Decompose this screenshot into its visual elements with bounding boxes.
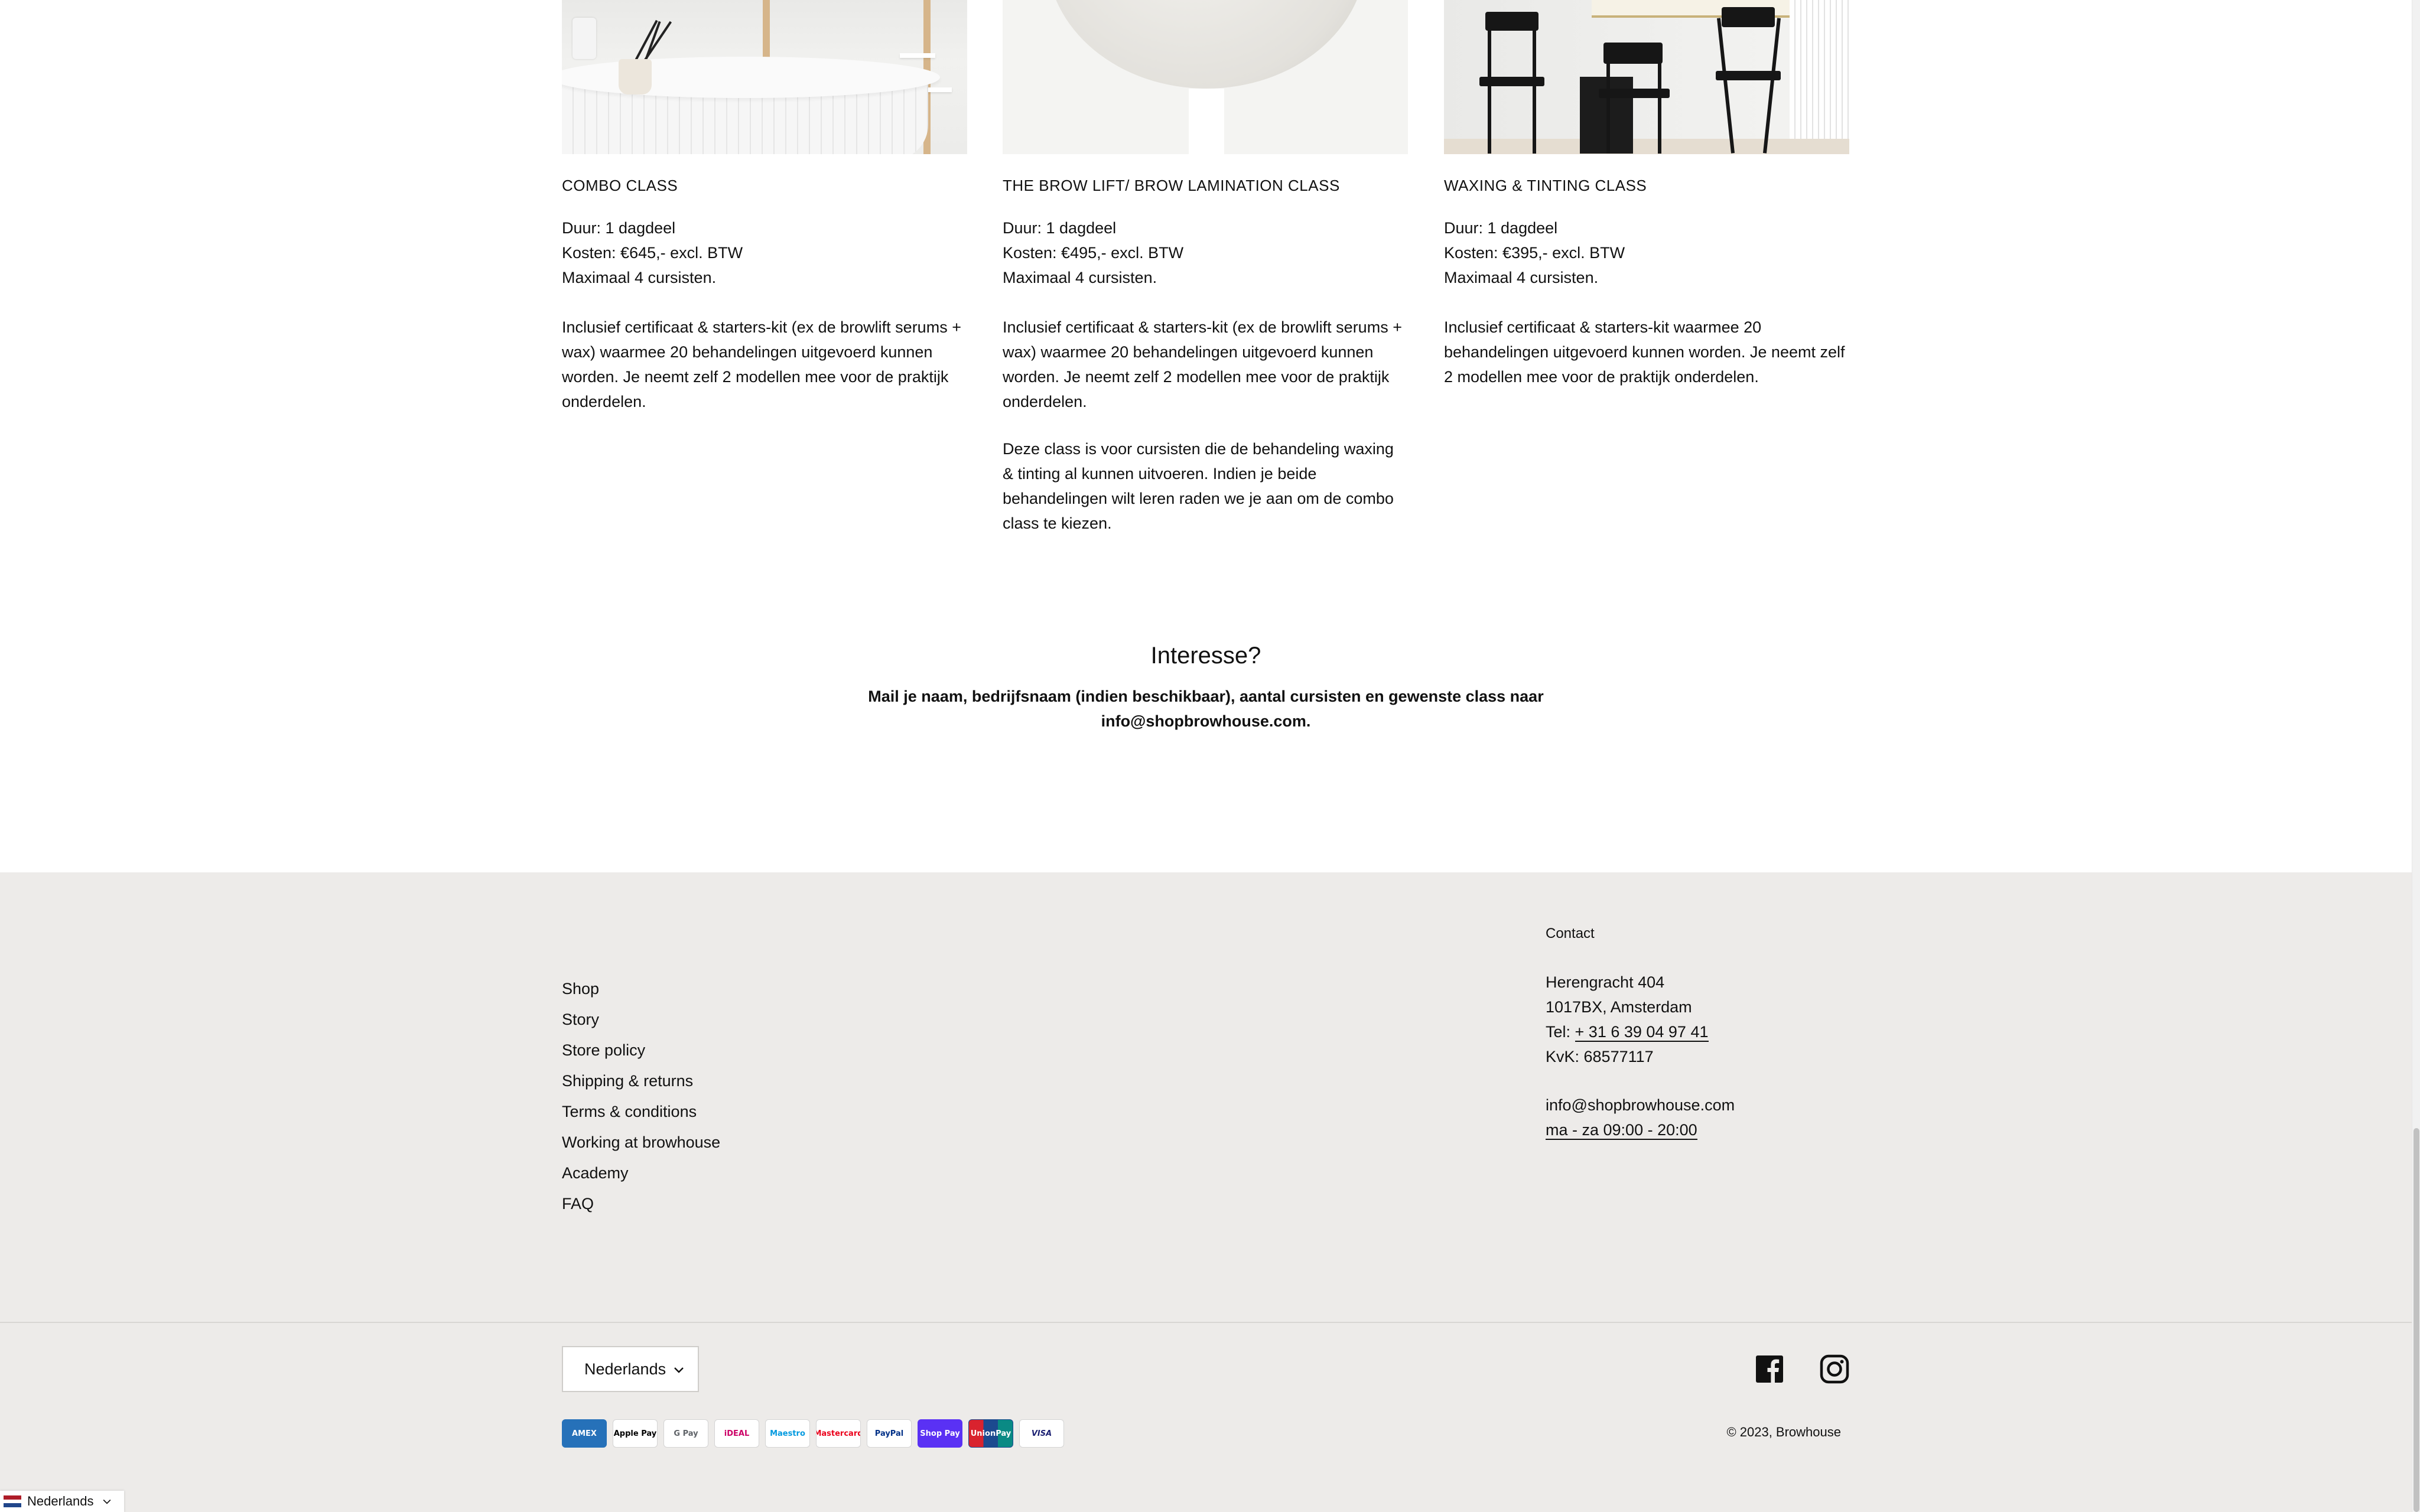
class-card-combo: COMBO CLASS Duur: 1 dagdeel Kosten: €645… <box>562 0 967 414</box>
class-max: Maximaal 4 cursisten. <box>1003 269 1157 286</box>
phone-label: Tel: <box>1546 1023 1575 1041</box>
footer-link-terms[interactable]: Terms & conditions <box>562 1096 720 1127</box>
contact-email[interactable]: info@shopbrowhouse.com <box>1546 1093 1841 1117</box>
interest-title: Interesse? <box>1150 643 1261 669</box>
class-image-brow-lift[interactable] <box>1003 0 1408 154</box>
footer-link-shop[interactable]: Shop <box>562 973 720 1004</box>
stool-back <box>1722 7 1775 27</box>
stool-leg <box>1762 18 1781 154</box>
unionpay-icon: UnionPay <box>968 1419 1013 1448</box>
class-max: Maximaal 4 cursisten. <box>562 269 717 286</box>
interest-text: Mail je naam, bedrijfsnaam (indien besch… <box>868 687 1544 730</box>
footer-nav: Shop Story Store policy Shipping & retur… <box>562 973 720 1219</box>
interest-section: Interesse? Mail je naam, bedrijfsnaam (i… <box>0 641 2412 734</box>
instagram-icon <box>1820 1354 1849 1384</box>
class-note: Deze class is voor cursisten die de beha… <box>1003 440 1394 532</box>
class-title: COMBO CLASS <box>562 177 678 194</box>
instagram-link[interactable] <box>1820 1354 1849 1384</box>
class-duration: Duur: 1 dagdeel <box>1444 219 1558 237</box>
contact-heading: Contact <box>1546 926 1595 941</box>
flag-nl-icon <box>4 1495 21 1507</box>
class-description: Inclusief certificaat & starters-kit (ex… <box>562 318 961 410</box>
language-select[interactable]: Nederlands <box>562 1346 699 1392</box>
class-cost: Kosten: €645,- excl. BTW <box>562 244 743 262</box>
class-title: THE BROW LIFT/ BROW LAMINATION CLASS <box>1003 177 1340 194</box>
stool-seat <box>1716 71 1781 80</box>
apple-pay-icon: Apple Pay <box>613 1419 658 1448</box>
footer-link-faq[interactable]: FAQ <box>562 1188 720 1219</box>
shelf <box>900 53 935 58</box>
stool-leg <box>1658 53 1661 154</box>
class-card-brow-lift: THE BROW LIFT/ BROW LAMINATION CLASS Duu… <box>1003 0 1408 536</box>
class-description: Inclusief certificaat & starters-kit (ex… <box>1003 318 1402 410</box>
page: COMBO CLASS Duur: 1 dagdeel Kosten: €645… <box>0 0 2412 1512</box>
payment-icons: AMEX Apple Pay G Pay iDEAL Maestro Maste… <box>562 1419 1064 1448</box>
footer-link-store-policy[interactable]: Store policy <box>562 1035 720 1065</box>
language-select-value: Nederlands <box>584 1360 666 1378</box>
class-card-waxing: WAXING & TINTING CLASS Duur: 1 dagdeel K… <box>1444 0 1849 389</box>
class-image-combo[interactable] <box>562 0 967 154</box>
stool-leg <box>1488 24 1491 154</box>
amex-icon: AMEX <box>562 1419 607 1448</box>
ideal-icon: iDEAL <box>714 1419 759 1448</box>
stool-back <box>1603 43 1663 64</box>
copyright: © 2023, Browhouse <box>1726 1425 1841 1439</box>
stool-seat <box>1479 77 1544 86</box>
class-details: Duur: 1 dagdeel Kosten: €495,- excl. BTW… <box>1003 216 1408 536</box>
class-image-waxing[interactable] <box>1444 0 1849 154</box>
chevron-down-icon <box>103 1499 110 1504</box>
google-pay-icon: G Pay <box>663 1419 708 1448</box>
class-cost: Kosten: €495,- excl. BTW <box>1003 244 1184 262</box>
stool-leg <box>1533 24 1536 154</box>
page-scrollbar[interactable] <box>2412 0 2420 1512</box>
language-widget-label: Nederlands <box>27 1494 94 1508</box>
class-details: Duur: 1 dagdeel Kosten: €395,- excl. BTW… <box>1444 216 1849 389</box>
footer-link-working[interactable]: Working at browhouse <box>562 1127 720 1158</box>
brush-cup <box>619 59 652 94</box>
paypal-icon: PayPal <box>867 1419 912 1448</box>
class-max: Maximaal 4 cursisten. <box>1444 269 1599 286</box>
footer: Shop Story Store policy Shipping & retur… <box>0 872 2412 1512</box>
phone-line: Tel: + 31 6 39 04 97 41 <box>1546 1019 1841 1044</box>
footer-divider <box>0 1322 2412 1323</box>
facebook-icon <box>1756 1355 1783 1383</box>
floor <box>1444 139 1849 154</box>
bottle <box>573 18 596 59</box>
stool-leg <box>1716 18 1735 154</box>
stool-leg <box>1606 53 1610 154</box>
language-widget[interactable]: Nederlands <box>0 1491 124 1512</box>
class-details: Duur: 1 dagdeel Kosten: €645,- excl. BTW… <box>562 216 967 414</box>
shop-pay-icon: Shop Pay <box>918 1419 962 1448</box>
chevron-down-icon <box>674 1367 684 1373</box>
paper-lamp <box>1047 0 1366 89</box>
class-title: WAXING & TINTING CLASS <box>1444 177 1647 194</box>
scrollbar-thumb[interactable] <box>2414 1128 2419 1512</box>
address-line-1: Herengracht 404 <box>1546 973 1665 991</box>
stool-back <box>1485 12 1538 31</box>
mastercard-icon: Mastercard <box>816 1419 861 1448</box>
maestro-icon: Maestro <box>765 1419 810 1448</box>
footer-link-story[interactable]: Story <box>562 1004 720 1035</box>
stool-seat <box>1599 89 1670 98</box>
contact-block: Contact Herengracht 404 1017BX, Amsterda… <box>1546 925 1841 1142</box>
footer-link-shipping-returns[interactable]: Shipping & returns <box>562 1065 720 1096</box>
lamp-stand <box>1189 89 1224 154</box>
phone-link[interactable]: + 31 6 39 04 97 41 <box>1575 1023 1709 1042</box>
class-duration: Duur: 1 dagdeel <box>562 219 676 237</box>
radiator <box>1790 0 1849 142</box>
class-duration: Duur: 1 dagdeel <box>1003 219 1117 237</box>
opening-hours-link[interactable]: ma - za 09:00 - 20:00 <box>1546 1121 1697 1140</box>
contact-details: Herengracht 404 1017BX, Amsterdam Tel: +… <box>1546 970 1841 1142</box>
kvk-number: KvK: 68577117 <box>1546 1048 1654 1065</box>
footer-link-academy[interactable]: Academy <box>562 1158 720 1188</box>
visa-icon: VISA <box>1019 1419 1064 1448</box>
class-cost: Kosten: €395,- excl. BTW <box>1444 244 1625 262</box>
address-line-2: 1017BX, Amsterdam <box>1546 998 1692 1016</box>
facebook-link[interactable] <box>1755 1354 1784 1384</box>
class-description: Inclusief certificaat & starters-kit waa… <box>1444 318 1845 386</box>
